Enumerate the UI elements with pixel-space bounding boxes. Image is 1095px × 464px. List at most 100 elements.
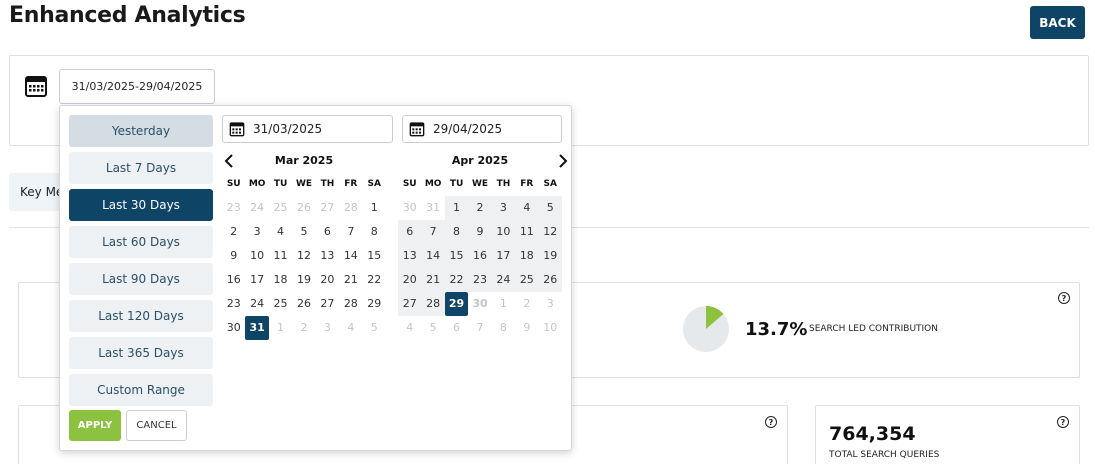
calendar-day[interactable]: 3 [316,316,339,340]
calendar-day[interactable]: 15 [363,244,386,268]
calendar-day[interactable]: 1 [269,316,292,340]
calendar-day[interactable]: 21 [339,268,362,292]
end-date-input[interactable]: 29/04/2025 [402,115,562,143]
calendar-day[interactable]: 24 [245,292,268,316]
calendar-day[interactable]: 29 [363,292,386,316]
calendar-day[interactable]: 25 [269,292,292,316]
calendar-day[interactable]: 22 [444,268,469,292]
calendar-day[interactable]: 3 [539,292,562,316]
calendar-day[interactable]: 9 [468,220,492,244]
calendar-day[interactable]: 5 [292,220,315,244]
range-last-90-days[interactable]: Last 90 Days [69,263,213,295]
calendar-day[interactable]: 28 [421,292,445,316]
calendar-day[interactable]: 21 [421,268,445,292]
help-icon[interactable]: ? [1058,292,1070,304]
calendar-day[interactable]: 17 [245,268,268,292]
calendar-day[interactable]: 19 [538,244,562,268]
calendar-day[interactable]: 13 [398,244,422,268]
calendar-day[interactable]: 30 [468,292,491,316]
calendar-day[interactable]: 7 [339,220,362,244]
range-last-120-days[interactable]: Last 120 Days [69,300,213,332]
chevron-right-icon[interactable] [554,153,570,169]
calendar-day[interactable]: 2 [222,220,245,244]
back-button[interactable]: BACK [1030,6,1085,39]
calendar-day[interactable]: 4 [398,316,421,340]
start-date-input[interactable]: 31/03/2025 [222,115,393,143]
calendar-day[interactable]: 11 [515,220,539,244]
calendar-day[interactable]: 10 [539,316,562,340]
calendar-day[interactable]: 25 [515,268,539,292]
help-icon[interactable]: ? [765,416,777,428]
calendar-day[interactable]: 6 [316,220,339,244]
calendar-day[interactable]: 3 [491,196,516,220]
calendar-day[interactable]: 25 [269,196,292,220]
range-last-365-days[interactable]: Last 365 Days [69,337,213,369]
calendar-day[interactable]: 12 [538,220,562,244]
calendar-day[interactable]: 4 [339,316,362,340]
calendar-day[interactable]: 20 [398,268,422,292]
calendar-day[interactable]: 18 [269,268,292,292]
calendar-day[interactable]: 23 [468,268,492,292]
calendar-day[interactable]: 13 [316,244,339,268]
calendar-day[interactable]: 29 [444,292,469,316]
calendar-day[interactable]: 24 [491,268,516,292]
calendar-day[interactable]: 3 [245,220,268,244]
calendar-day[interactable]: 27 [316,196,339,220]
calendar-day[interactable]: 27 [316,292,339,316]
range-yesterday[interactable]: Yesterday [69,115,213,147]
calendar-day[interactable]: 15 [444,244,469,268]
range-custom[interactable]: Custom Range [69,374,213,406]
calendar-day[interactable]: 9 [222,244,245,268]
calendar-day[interactable]: 18 [515,244,539,268]
cancel-button[interactable]: CANCEL [126,410,187,441]
calendar-day[interactable]: 14 [421,244,445,268]
calendar-day[interactable]: 30 [398,196,421,220]
calendar-day[interactable]: 5 [363,316,386,340]
calendar-day[interactable]: 1 [492,292,515,316]
help-icon[interactable]: ? [1057,416,1069,428]
calendar-day[interactable]: 28 [339,292,362,316]
calendar-day[interactable]: 6 [445,316,468,340]
calendar-day[interactable]: 2 [515,292,538,316]
calendar-day[interactable]: 27 [398,292,422,316]
calendar-day[interactable]: 7 [421,220,445,244]
calendar-day[interactable]: 31 [245,316,269,340]
calendar-day[interactable]: 11 [269,244,292,268]
calendar-day[interactable]: 4 [515,196,539,220]
calendar-day[interactable]: 5 [421,316,444,340]
calendar-day[interactable]: 5 [538,196,562,220]
calendar-day[interactable]: 17 [491,244,516,268]
calendar-day[interactable]: 9 [515,316,538,340]
calendar-day[interactable]: 20 [316,268,339,292]
calendar-day[interactable]: 12 [292,244,315,268]
calendar-day[interactable]: 14 [339,244,362,268]
calendar-day[interactable]: 10 [245,244,268,268]
calendar-day[interactable]: 2 [292,316,315,340]
calendar-day[interactable]: 26 [538,268,562,292]
range-last-30-days[interactable]: Last 30 Days [69,189,213,221]
calendar-day[interactable]: 30 [222,316,245,340]
calendar-day[interactable]: 4 [269,220,292,244]
calendar-day[interactable]: 26 [292,292,315,316]
calendar-day[interactable]: 31 [421,196,444,220]
calendar-day[interactable]: 16 [222,268,245,292]
calendar-day[interactable]: 10 [491,220,516,244]
calendar-day[interactable]: 24 [245,196,268,220]
apply-button[interactable]: APPLY [69,410,121,441]
calendar-day[interactable]: 19 [292,268,315,292]
calendar-day[interactable]: 1 [444,196,469,220]
calendar-day[interactable]: 6 [398,220,422,244]
calendar-day[interactable]: 2 [468,196,492,220]
calendar-day[interactable]: 26 [292,196,315,220]
calendar-icon[interactable] [24,74,48,98]
calendar-day[interactable]: 1 [363,196,386,220]
range-last-7-days[interactable]: Last 7 Days [69,152,213,184]
calendar-day[interactable]: 7 [468,316,491,340]
calendar-day[interactable]: 23 [222,292,245,316]
calendar-day[interactable]: 8 [444,220,469,244]
calendar-day[interactable]: 8 [492,316,515,340]
date-range-input[interactable]: 31/03/2025-29/04/2025 [59,69,215,104]
calendar-day[interactable]: 22 [363,268,386,292]
calendar-day[interactable]: 23 [222,196,245,220]
range-last-60-days[interactable]: Last 60 Days [69,226,213,258]
